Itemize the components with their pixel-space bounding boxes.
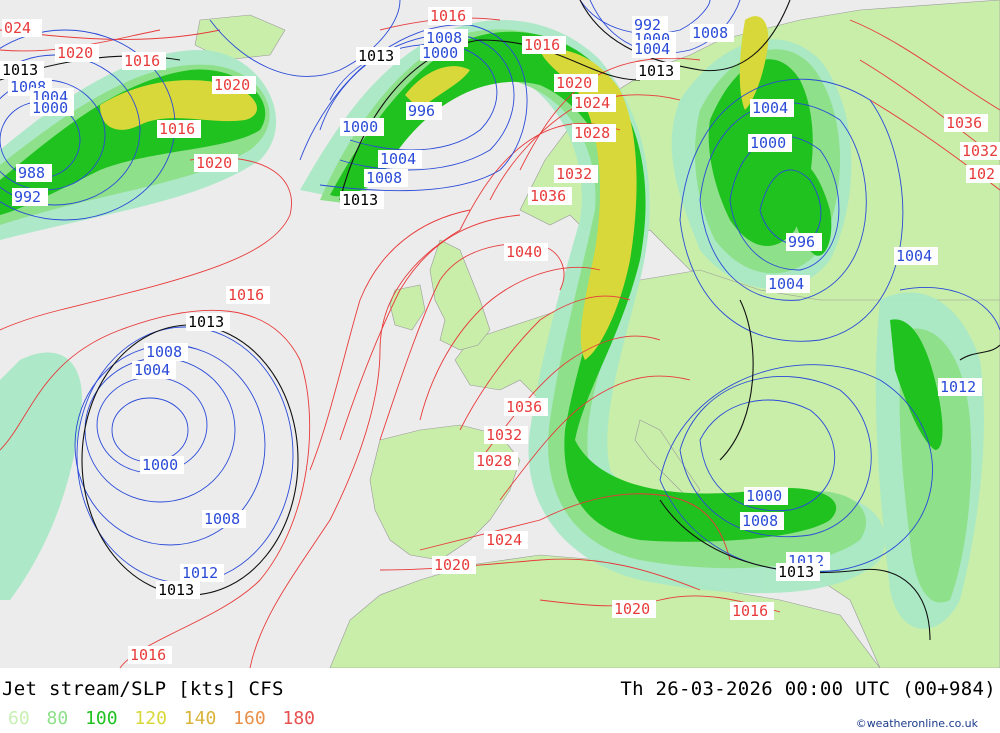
footer: Jet stream/SLP [kts] CFS Th 26-03-2026 0…: [0, 668, 1000, 733]
label-blue-18: 1004: [896, 247, 932, 265]
label-blue-27: 1008: [742, 512, 778, 530]
label-red-18: 1020: [434, 556, 470, 574]
map-datetime: Th 26-03-2026 00:00 UTC (00+984): [620, 678, 996, 700]
label-black-1: 1013: [358, 47, 394, 65]
legend-item-100: 100: [85, 708, 118, 729]
label-red-4: 1016: [159, 120, 195, 138]
label-red-5: 1020: [196, 154, 232, 172]
label-blue-23: 1000: [142, 456, 178, 474]
label-red-22: 1036: [946, 114, 982, 132]
label-black-0: 1013: [2, 61, 38, 79]
map-title: Jet stream/SLP [kts] CFS: [2, 678, 284, 700]
label-red-17: 1024: [486, 531, 522, 549]
label-blue-8: 1000: [342, 118, 378, 136]
label-blue-7: 996: [408, 102, 435, 120]
legend-item-160: 160: [233, 708, 266, 729]
label-red-23: 1032: [962, 142, 998, 160]
label-black-2: 1013: [638, 62, 674, 80]
label-blue-24: 1008: [204, 510, 240, 528]
label-blue-13: 1004: [634, 40, 670, 58]
label-black-5: 1013: [158, 581, 194, 599]
label-red-19: 1020: [614, 600, 650, 618]
label-red-9: 1024: [574, 94, 610, 112]
legend-item-120: 120: [134, 708, 167, 729]
label-blue-20: 1012: [940, 378, 976, 396]
label-blue-6: 1000: [422, 44, 458, 62]
label-blue-3: 988: [18, 164, 45, 182]
label-red-11: 1032: [556, 165, 592, 183]
label-blue-2: 1000: [32, 99, 68, 117]
label-red-7: 1016: [524, 36, 560, 54]
label-red-2: 1016: [124, 52, 160, 70]
label-red-15: 1032: [486, 426, 522, 444]
isobar-label-red-1016-mid: 1016: [226, 286, 270, 304]
label-blue-10: 1008: [366, 169, 402, 187]
label-black-6: 1013: [778, 563, 814, 581]
label-red-10: 1028: [574, 124, 610, 142]
label-black-3: 1013: [342, 191, 378, 209]
label-red-8: 1020: [556, 74, 592, 92]
svg-text:1016: 1016: [228, 286, 264, 304]
legend-item-140: 140: [183, 708, 217, 729]
legend-item-180: 180: [282, 708, 316, 729]
label-blue-19: 1004: [768, 275, 804, 293]
label-blue-21: 1008: [146, 343, 182, 361]
label-red-12: 1036: [530, 187, 566, 205]
label-black-4: 1013: [188, 313, 224, 331]
label-red-0: 024: [4, 19, 31, 37]
label-red-24: 102: [968, 165, 995, 183]
label-red-6: 1016: [430, 7, 466, 25]
label-blue-4: 992: [14, 188, 41, 206]
label-red-20: 1016: [732, 602, 768, 620]
label-blue-9: 1004: [380, 150, 416, 168]
legend: 60 80 100 120 140 160 180: [8, 708, 321, 729]
label-blue-25: 1012: [182, 564, 218, 582]
label-blue-26: 1000: [746, 487, 782, 505]
credit-link[interactable]: ©weatheronline.co.uk: [856, 717, 978, 730]
label-red-21: 1016: [130, 646, 166, 664]
legend-item-60: 60: [8, 708, 30, 729]
label-blue-17: 996: [788, 233, 815, 251]
label-blue-14: 1008: [692, 24, 728, 42]
label-red-1: 1020: [57, 44, 93, 62]
label-red-3: 1020: [214, 76, 250, 94]
weather-map: 024 1020 1016 1020 1016 1020 1016 1016 1…: [0, 0, 1000, 668]
label-red-14: 1036: [506, 398, 542, 416]
label-blue-15: 1004: [752, 99, 788, 117]
legend-item-80: 80: [46, 708, 69, 729]
label-blue-16: 1000: [750, 134, 786, 152]
label-blue-22: 1004: [134, 361, 170, 379]
label-red-13: 1040: [506, 243, 542, 261]
label-red-16: 1028: [476, 452, 512, 470]
